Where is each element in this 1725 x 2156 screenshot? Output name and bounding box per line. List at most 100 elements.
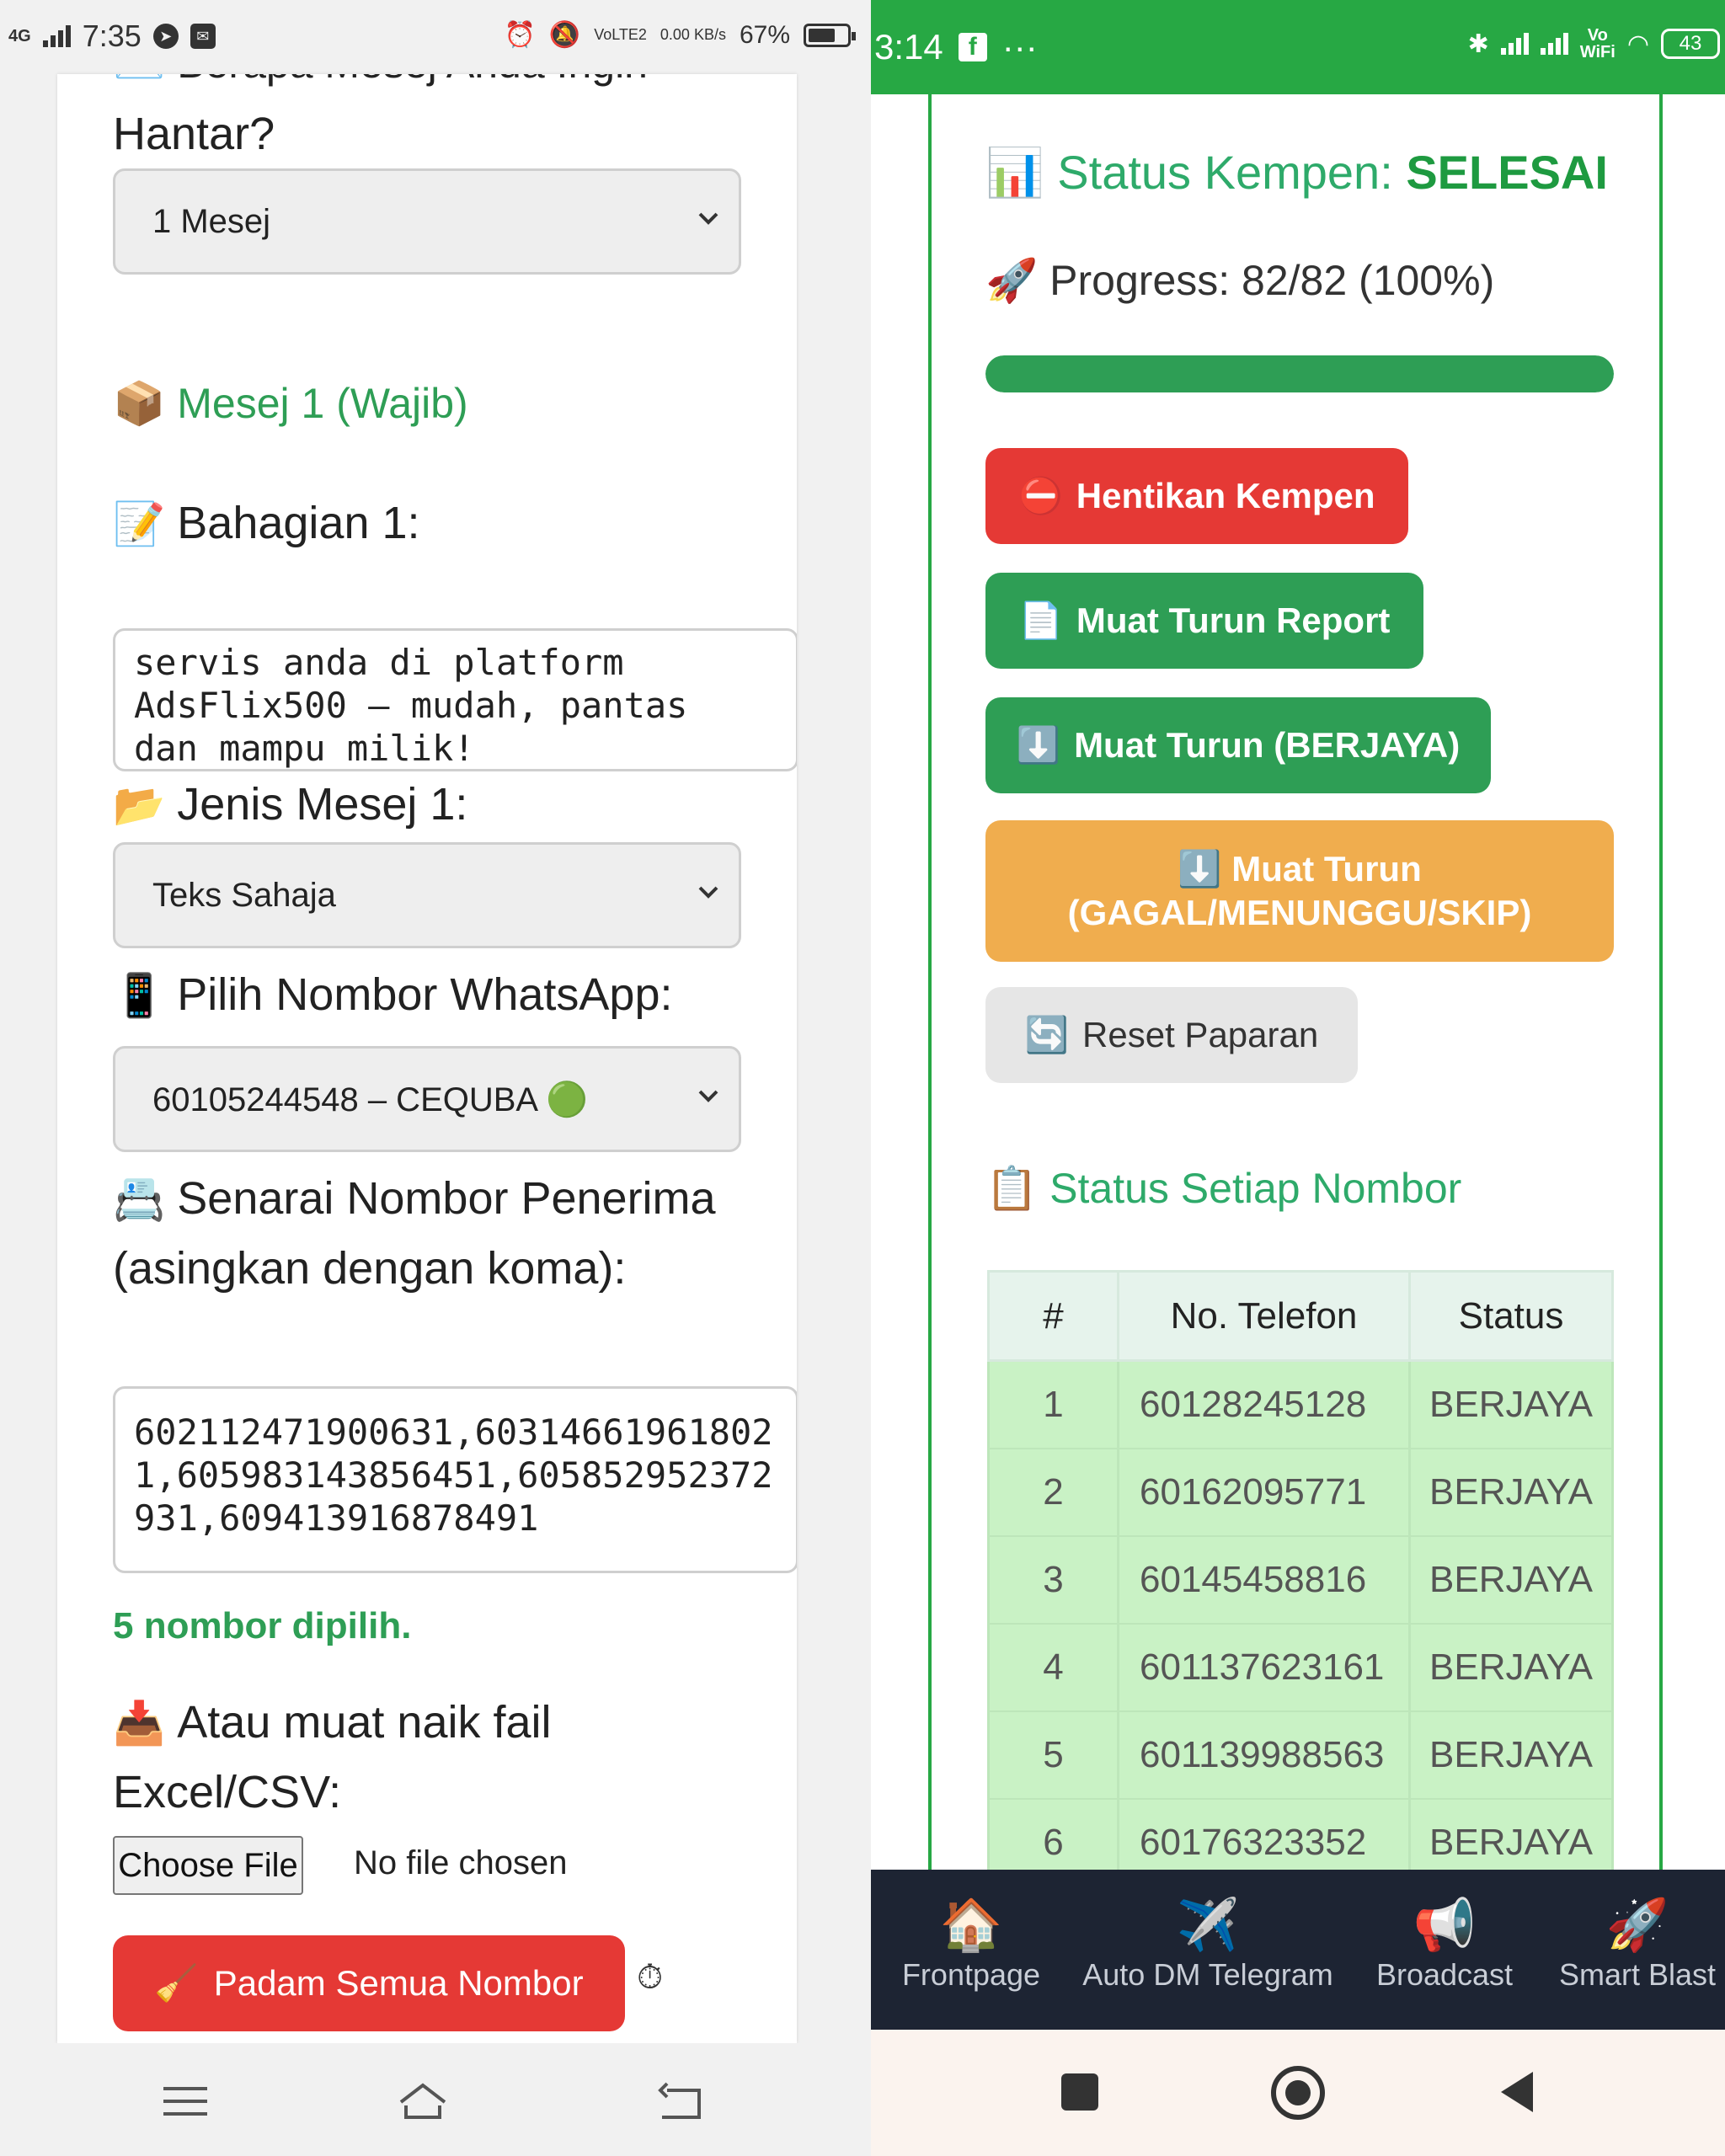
back-icon[interactable] (654, 2080, 708, 2122)
row-index: 1 (987, 1360, 1119, 1449)
upload-label: 📥 Atau muat naik fail Excel/CSV: (113, 1697, 552, 1817)
airplane-icon: ✈️ (1176, 1897, 1240, 1953)
recipients-label: 📇 Senarai Nombor Penerima (asingkan denga… (113, 1173, 716, 1294)
phone-number: 60162095771 (1117, 1448, 1411, 1537)
alarm-icon: ⏰ (504, 21, 536, 49)
volte-indicator: VoLTE2 (594, 26, 647, 43)
rocket-icon: 🚀 (985, 257, 1039, 304)
battery-icon: 43 (1661, 29, 1720, 59)
campaign-panel: 📊 Status Kempen: SELESAI 🚀 Progress: 82/… (928, 94, 1663, 1871)
more-notifications: ··· (1001, 27, 1038, 67)
bluetooth-icon: ✱ (1467, 29, 1489, 58)
envelope-icon: ✉️ (113, 74, 165, 87)
net-speed: 0.00 KB/s (660, 26, 726, 43)
bottom-tab-bar: 🏠 Frontpage ✈️ Auto DM Telegram 📢 Broadc… (871, 1870, 1725, 2030)
progress-bar-fill (985, 355, 1614, 392)
table-row: 1 60128245128 BERJAYA (987, 1360, 1614, 1449)
menu-icon[interactable] (158, 2080, 212, 2122)
signal-icon (1540, 33, 1568, 55)
row-status: BERJAYA (1408, 1360, 1614, 1449)
document-icon: 📄 (1018, 600, 1063, 640)
send-question: Hantar? (113, 109, 275, 159)
row-index: 4 (987, 1623, 1119, 1712)
inbox-icon: 📥 (113, 1700, 166, 1747)
recents-icon[interactable] (1056, 2068, 1103, 2116)
package-icon: 📦 (113, 380, 166, 427)
message1-heading: 📦 Mesej 1 (Wajib) (113, 380, 468, 427)
table-row: 4 601137623161 BERJAYA (987, 1623, 1614, 1712)
table-header: # (987, 1270, 1119, 1362)
row-index: 3 (987, 1535, 1119, 1625)
download-success-button[interactable]: ⬇️ Muat Turun (BERJAYA) (985, 697, 1491, 793)
rocket-icon: 🚀 (1605, 1897, 1669, 1953)
download-report-button[interactable]: 📄 Muat Turun Report (985, 573, 1423, 669)
chevron-down-icon (698, 212, 718, 225)
form-card: ✉️Berapa Mesej Anda Ingin Hantar? 1 Mese… (57, 74, 797, 2043)
phone-number: 60128245128 (1117, 1360, 1411, 1449)
vowifi-icon: Vo WiFi (1579, 26, 1616, 61)
chevron-down-icon (698, 886, 718, 899)
tab-auto-dm-telegram[interactable]: ✈️ Auto DM Telegram (1066, 1893, 1349, 1993)
reset-view-button[interactable]: 🔄 Reset Paparan (985, 987, 1358, 1083)
table-row: 2 60162095771 BERJAYA (987, 1448, 1614, 1537)
row-index: 5 (987, 1710, 1119, 1800)
facebook-icon: f (958, 33, 987, 61)
table-header: Status (1408, 1270, 1614, 1362)
recipients-textarea[interactable]: 602112471900631,603146619618021,60598314… (113, 1386, 797, 1573)
whatsapp-number-select[interactable]: 60105244548 – CEQUBA 🟢 (113, 1046, 741, 1152)
clipboard-icon: 📋 (985, 1165, 1039, 1212)
mute-icon: 🔕 (548, 21, 581, 49)
status-time: 3:14 (874, 27, 943, 67)
signal-icon (42, 25, 71, 47)
memo-icon: 📝 (113, 500, 166, 547)
system-nav-bar (0, 2043, 871, 2156)
choose-file-button[interactable]: Choose File (113, 1836, 303, 1895)
row-status: BERJAYA (1408, 1535, 1614, 1625)
battery-icon (804, 23, 856, 47)
table-header: No. Telefon (1117, 1270, 1411, 1362)
mail-icon: ✉ (190, 24, 216, 49)
phone-number: 60176323352 (1117, 1798, 1411, 1871)
row-status: BERJAYA (1408, 1623, 1614, 1712)
telegram-icon: ➤ (152, 24, 179, 49)
tab-frontpage[interactable]: 🏠 Frontpage (876, 1893, 1066, 1993)
message-count-heading: ✉️Berapa Mesej Anda Ingin (113, 74, 648, 88)
house-icon: 🏠 (939, 1897, 1003, 1953)
megaphone-icon: 📢 (1413, 1897, 1477, 1953)
row-status: BERJAYA (1408, 1798, 1614, 1871)
broom-icon: 🧹 (154, 1962, 199, 2003)
status-table: # No. Telefon Status 1 60128245128 BERJA… (987, 1270, 1614, 1871)
home-icon[interactable] (396, 2080, 450, 2122)
download-arrow-icon: ⬇️ (1178, 849, 1222, 889)
campaign-status-value: SELESAI (1406, 146, 1608, 199)
refresh-icon: 🔄 (1024, 1014, 1070, 1054)
part1-textarea[interactable]: servis anda di platform AdsFlix500 – mud… (113, 628, 797, 771)
contacts-icon: 📇 (113, 1176, 166, 1223)
tab-smart-blast[interactable]: 🚀 Smart Blast (1550, 1893, 1725, 1993)
phone-number: 60145458816 (1117, 1535, 1411, 1625)
network-type: 4G (8, 27, 31, 45)
campaign-status: 📊 Status Kempen: SELESAI (985, 146, 1608, 199)
left-screenshot: 4G 7:35 ➤ ✉ ⏰ 🔕 VoLTE2 0.00 KB/s 67% ✉️B… (0, 0, 871, 2156)
chevron-down-icon (698, 1090, 718, 1102)
wifi-icon: ◠ (1626, 29, 1649, 58)
home-icon[interactable] (1268, 2063, 1327, 2122)
message-type-select[interactable]: Teks Sahaja (113, 842, 741, 948)
download-failed-button[interactable]: ⬇️ Muat Turun (GAGAL/MENUNGGU/SKIP) (985, 820, 1614, 962)
phone-number: 601137623161 (1117, 1623, 1411, 1712)
folder-icon: 📂 (113, 782, 166, 829)
no-entry-icon: ⛔ (1018, 475, 1063, 515)
stopwatch-icon: ⏱ (637, 1959, 664, 1996)
table-row: 5 601139988563 BERJAYA (987, 1710, 1614, 1800)
per-number-status-title: 📋 Status Setiap Nombor (985, 1165, 1462, 1212)
whatsapp-label: 📱 Pilih Nombor WhatsApp: (113, 969, 673, 1020)
part1-label: 📝 Bahagian 1: (113, 498, 420, 548)
back-icon[interactable] (1494, 2068, 1541, 2116)
tab-broadcast[interactable]: 📢 Broadcast (1349, 1893, 1540, 1993)
progress-text: 🚀 Progress: 82/82 (100%) (985, 257, 1495, 304)
message-count-select[interactable]: 1 Mesej (113, 168, 741, 275)
signal-icon (1500, 33, 1529, 55)
status-bar: 3:14 f ··· ✱ Vo WiFi ◠ 43 (871, 0, 1725, 94)
delete-all-numbers-button[interactable]: 🧹 Padam Semua Nombor (113, 1935, 625, 2031)
stop-campaign-button[interactable]: ⛔ Hentikan Kempen (985, 448, 1408, 544)
